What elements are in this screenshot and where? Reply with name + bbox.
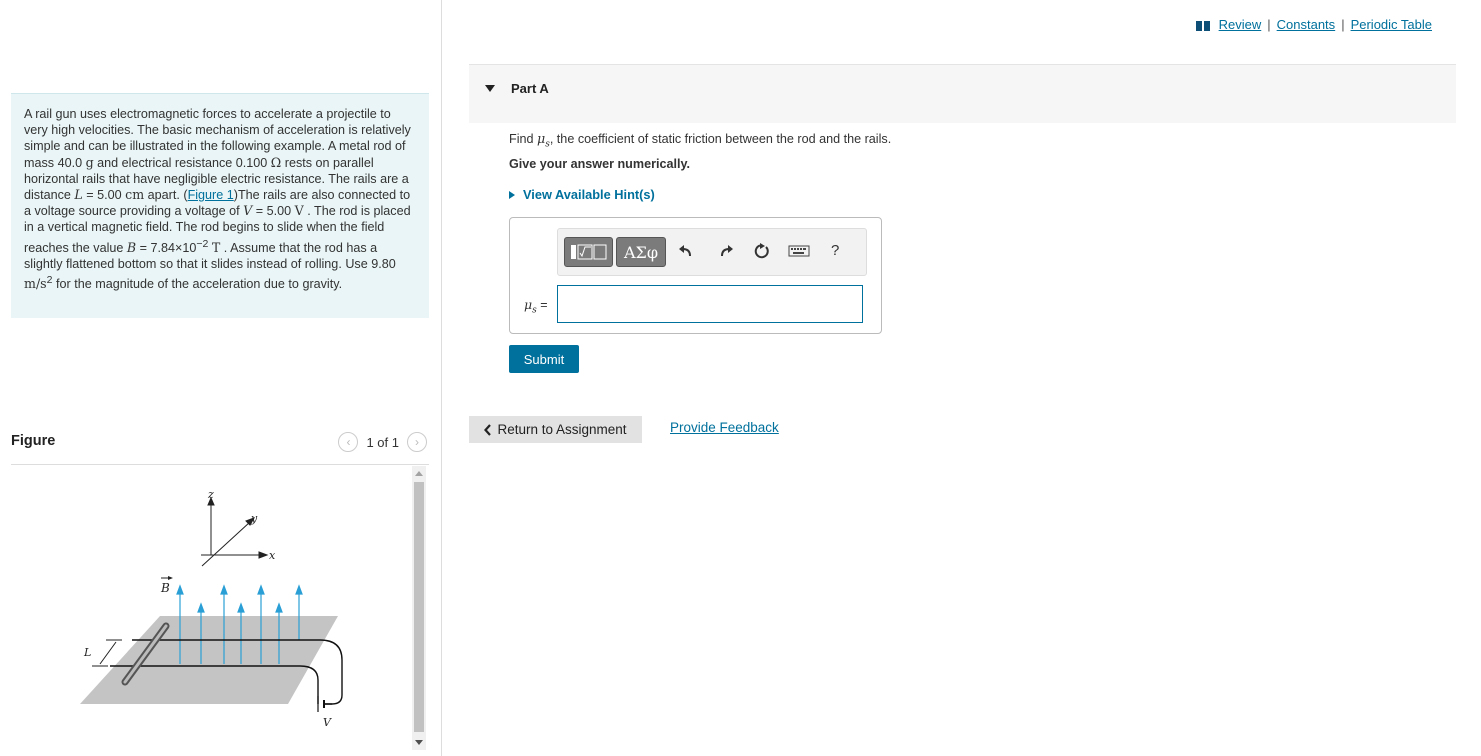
B-label: B [160,581,170,595]
unit-cm: cm [125,187,145,203]
intro-text: = 5.00 [82,188,126,203]
unit-acceleration: m/s [24,276,47,292]
unit-grams: g [85,154,94,170]
y-label: y [250,512,258,525]
greek-symbols-icon[interactable]: ΑΣφ [616,237,666,267]
link-separator: | [1341,17,1345,32]
field-arrow [295,584,303,595]
link-separator: | [1267,17,1271,32]
answer-instruction: Give your answer numerically. [509,157,691,171]
left-panel: A rail gun uses electromagnetic forces t… [0,0,442,756]
provide-feedback-link[interactable]: Provide Feedback [670,420,779,435]
keyboard-icon[interactable] [788,244,810,258]
review-link[interactable]: Review [1219,17,1262,32]
view-hints-link[interactable]: View Available Hint(s) [509,187,655,202]
dim-line [99,641,117,665]
answer-input[interactable] [557,285,863,323]
z-label: z [207,488,214,501]
intro-text: for the magnitude of the acceleration du… [52,277,343,292]
vector-arrow-icon [161,576,173,580]
caret-down-icon[interactable] [485,85,495,92]
intro-text: = 5.00 [252,204,295,219]
question-text: Find μs, the coefficient of static frict… [509,131,892,150]
L-label: L [83,646,91,659]
templates-icon[interactable] [564,237,613,267]
chevron-left-icon[interactable]: ‹ [338,432,359,452]
reset-icon[interactable] [753,243,770,260]
field-arrow [257,584,265,595]
x-label: x [269,549,276,562]
coordinate-axes [201,496,269,567]
constants-link[interactable]: Constants [1277,17,1336,32]
figure-scrollbar[interactable] [412,466,426,750]
math-toolbar: ΑΣφ ? [557,228,867,276]
symbol-B: B [126,239,137,255]
mu-symbol: μ [537,131,546,146]
symbol-V: V [243,203,253,219]
intro-text: = 7.84×10 [136,240,197,255]
rail-gun-figure: z y x V L B [70,480,360,745]
problem-introduction: A rail gun uses electromagnetic forces t… [11,93,429,318]
help-icon[interactable]: ? [831,242,839,259]
x-axis-arrow [258,551,269,559]
figure-title: Figure [11,433,56,449]
distance-marker [92,639,122,667]
answer-label: μs = [524,297,548,316]
pager-count: 1 of 1 [366,434,399,450]
answer-box: ΑΣφ ? μs = [509,217,882,334]
unit-ohm: Ω [270,154,282,170]
unit-volt: V [294,203,304,219]
field-arrow [176,584,184,595]
field-arrow [197,602,205,613]
part-header[interactable]: Part A [469,64,1456,123]
scroll-up-icon[interactable] [415,471,423,476]
field-arrow [237,602,245,613]
part-title: Part A [511,81,549,96]
intro-text: and electrical resistance 0.100 [93,155,271,170]
y-axis [201,521,251,567]
return-to-assignment-button[interactable]: Return to Assignment [469,416,642,443]
rail-gun-diagram: z y x V L B [80,488,343,729]
figure-header: Figure ‹ 1 of 1 › [11,432,429,465]
field-arrow [220,584,228,595]
periodic-table-link[interactable]: Periodic Table [1351,17,1432,32]
caret-right-icon [509,191,515,199]
chevron-right-icon[interactable]: › [407,432,427,452]
submit-button[interactable]: Submit [509,345,579,373]
redo-icon[interactable] [718,243,734,259]
undo-icon[interactable] [678,243,694,259]
scroll-thumb[interactable] [414,482,424,732]
figure-link[interactable]: Figure 1 [188,188,234,202]
voltage-label: V [323,716,332,729]
wire-back [319,639,343,705]
exponent: −2 [196,237,209,250]
scroll-down-icon[interactable] [415,740,423,745]
resource-links: Review | Constants | Periodic Table [1195,17,1432,32]
symbol-L: L [74,187,83,203]
chevron-left-icon [484,423,492,436]
book-icon [1195,20,1210,31]
intro-text: apart. ( [144,188,188,203]
field-arrow [275,602,283,613]
figure-pager: ‹ 1 of 1 › [338,432,427,452]
